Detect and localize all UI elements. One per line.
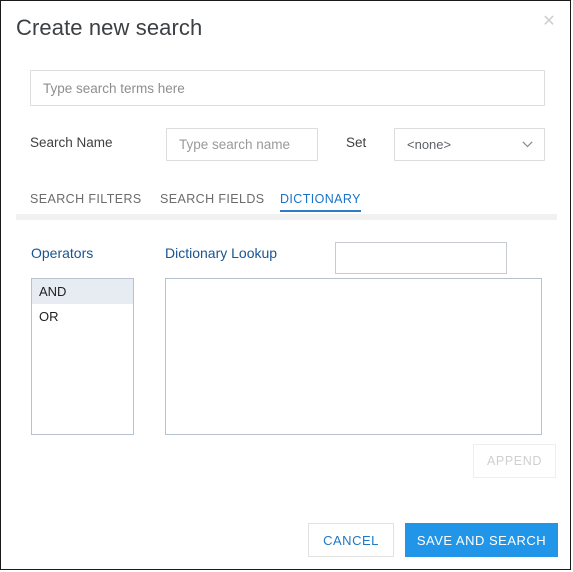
operators-label: Operators: [31, 245, 94, 261]
set-select[interactable]: <none>: [394, 128, 545, 161]
list-item[interactable]: OR: [32, 304, 133, 329]
dictionary-results-textarea[interactable]: [165, 278, 542, 435]
create-new-search-dialog: Create new search ✕ Search Name Set <non…: [0, 0, 571, 570]
search-name-input[interactable]: [166, 128, 318, 161]
append-button[interactable]: APPEND: [473, 444, 556, 478]
operators-listbox[interactable]: AND OR: [31, 278, 134, 435]
page-title: Create new search: [16, 15, 203, 40]
dictionary-lookup-label: Dictionary Lookup: [165, 245, 278, 261]
close-icon[interactable]: ✕: [539, 12, 559, 32]
dictionary-panel: Operators Dictionary Lookup AND OR APPEN…: [16, 214, 557, 484]
save-and-search-button[interactable]: SAVE AND SEARCH: [405, 523, 558, 557]
cancel-button[interactable]: CANCEL: [308, 523, 394, 557]
chevron-down-icon: [522, 141, 533, 148]
list-item[interactable]: AND: [32, 279, 133, 304]
dictionary-lookup-input[interactable]: [335, 242, 507, 274]
search-name-row: Search Name Set <none>: [30, 128, 545, 161]
search-terms-input[interactable]: [30, 70, 545, 106]
set-select-value: <none>: [407, 137, 452, 152]
tab-search-fields[interactable]: SEARCH FIELDS: [160, 192, 265, 212]
search-name-label: Search Name: [30, 135, 113, 150]
tab-dictionary[interactable]: DICTIONARY: [280, 192, 361, 212]
set-label: Set: [346, 135, 367, 150]
tab-search-filters[interactable]: SEARCH FILTERS: [30, 192, 142, 212]
